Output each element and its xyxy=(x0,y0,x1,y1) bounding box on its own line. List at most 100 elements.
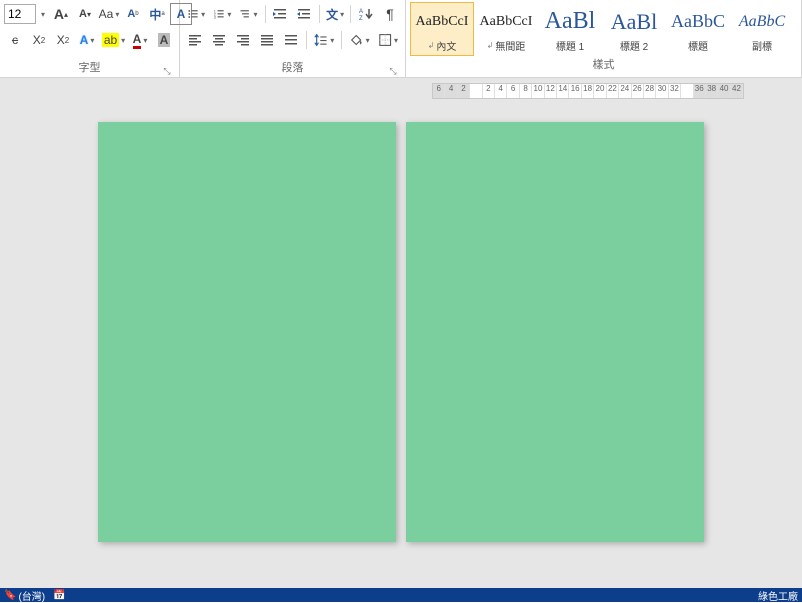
text-effects-button[interactable]: A xyxy=(76,29,98,51)
ruler-tick: 28 xyxy=(644,84,656,98)
numbering-icon: 123 xyxy=(213,6,225,22)
style-name-label: 標題 1 xyxy=(556,38,584,53)
separator xyxy=(341,31,342,49)
style-preview: AaBbC xyxy=(671,5,725,38)
paragraph-dialog-launcher-icon[interactable]: ⤡ xyxy=(387,64,399,76)
bullets-icon xyxy=(187,6,199,22)
calendar-icon[interactable]: 📅 xyxy=(53,590,65,601)
justify-button[interactable] xyxy=(256,29,278,51)
style-item-3[interactable]: AaBl標題 2 xyxy=(602,2,666,56)
change-case-button[interactable]: Aa xyxy=(98,3,120,25)
ruler-tick: 4 xyxy=(495,84,507,98)
shading-button[interactable] xyxy=(346,29,372,51)
separator xyxy=(319,5,320,23)
style-item-2[interactable]: AaBl標題 1 xyxy=(538,2,602,56)
multilevel-icon xyxy=(239,6,251,22)
asian-layout-button[interactable]: 中ᵃ xyxy=(146,3,168,25)
font-group-label: 字型 xyxy=(79,62,101,74)
distributed-button[interactable] xyxy=(280,29,302,51)
ruler-tick xyxy=(681,84,693,98)
ruler-tick: 22 xyxy=(607,84,619,98)
align-left-button[interactable] xyxy=(184,29,206,51)
status-bar: 🔖 (台灣) 📅 綠色工廠 xyxy=(0,588,802,602)
style-item-4[interactable]: AaBbC標題 xyxy=(666,2,730,56)
align-center-button[interactable] xyxy=(208,29,230,51)
ruler-tick: 12 xyxy=(545,84,557,98)
ruler-tick: 2 xyxy=(458,84,470,98)
ruler-tick: 14 xyxy=(557,84,569,98)
borders-button[interactable] xyxy=(375,29,401,51)
style-name-label: 標題 xyxy=(688,38,708,53)
status-language[interactable]: (台灣) xyxy=(18,588,45,603)
ruler-tick: 32 xyxy=(669,84,681,98)
ruler-tick: 4 xyxy=(445,84,457,98)
style-item-1[interactable]: AaBbCcI無間距 xyxy=(474,2,538,56)
spacing-icon xyxy=(314,32,328,48)
style-item-5[interactable]: AaBbC副標 xyxy=(730,2,794,56)
sort-button[interactable]: AZ xyxy=(355,3,377,25)
ruler-tick: 16 xyxy=(569,84,581,98)
ruler-tick: 24 xyxy=(619,84,631,98)
phonetic-guide-button[interactable]: Aᵇ xyxy=(122,3,144,25)
align-left-icon xyxy=(187,32,203,48)
asian-typography-button[interactable]: 文 xyxy=(324,3,346,25)
paragraph-group-label: 段落 xyxy=(282,62,304,74)
style-preview: AaBl xyxy=(611,5,657,38)
ruler-tick: 36 xyxy=(694,84,706,98)
style-preview: AaBbCcI xyxy=(416,5,469,38)
svg-text:Z: Z xyxy=(359,16,363,22)
ruler-tick: 6 xyxy=(433,84,445,98)
flag-icon: 🔖 xyxy=(4,590,16,601)
ruler-tick: 10 xyxy=(532,84,544,98)
decrease-indent-button[interactable] xyxy=(269,3,291,25)
shrink-font-button[interactable]: A▾ xyxy=(74,3,96,25)
align-center-icon xyxy=(211,32,227,48)
ruler-tick: 6 xyxy=(507,84,519,98)
svg-text:3: 3 xyxy=(214,16,216,20)
borders-icon xyxy=(378,32,392,48)
styles-gallery: AaBbCcI內文AaBbCcI無間距AaBl標題 1AaBl標題 2AaBbC… xyxy=(410,2,797,58)
numbering-button[interactable]: 123 xyxy=(210,3,234,25)
distributed-icon xyxy=(283,32,299,48)
style-item-0[interactable]: AaBbCcI內文 xyxy=(410,2,474,56)
ruler-tick: 26 xyxy=(632,84,644,98)
ruler-tick: 42 xyxy=(731,84,743,98)
svg-text:A: A xyxy=(359,9,363,15)
ruler-tick xyxy=(470,84,482,98)
increase-indent-button[interactable] xyxy=(293,3,315,25)
ribbon: ▾ A▴ A▾ Aa Aᵇ 中ᵃ A є X2 X2 A ab A A 字型 ⤡ xyxy=(0,0,802,78)
ruler-tick: 30 xyxy=(656,84,668,98)
page-2[interactable] xyxy=(406,122,704,542)
highlight-button[interactable]: ab xyxy=(100,29,127,51)
sort-icon: AZ xyxy=(358,6,374,22)
font-dialog-launcher-icon[interactable]: ⤡ xyxy=(161,64,173,76)
horizontal-ruler[interactable]: 642246810121416182022242628303236384042 xyxy=(432,83,744,99)
styles-group: AaBbCcI內文AaBbCcI無間距AaBl標題 1AaBl標題 2AaBbC… xyxy=(406,0,802,77)
ruler-tick: 2 xyxy=(483,84,495,98)
multilevel-list-button[interactable] xyxy=(236,3,260,25)
bullets-button[interactable] xyxy=(184,3,208,25)
page-1[interactable] xyxy=(98,122,396,542)
char-shading-button[interactable]: A xyxy=(153,29,175,51)
ruler-tick: 38 xyxy=(706,84,718,98)
font-group: ▾ A▴ A▾ Aa Aᵇ 中ᵃ A є X2 X2 A ab A A 字型 ⤡ xyxy=(0,0,180,77)
font-size-dropdown-icon[interactable]: ▾ xyxy=(38,3,48,25)
subscript-button[interactable]: X2 xyxy=(28,29,50,51)
superscript-button[interactable]: X2 xyxy=(52,29,74,51)
grow-font-button[interactable]: A▴ xyxy=(50,3,72,25)
ruler-tick: 40 xyxy=(718,84,730,98)
pages-container xyxy=(0,122,802,542)
style-name-label: 標題 2 xyxy=(620,38,648,53)
style-name-label: 副標 xyxy=(752,38,772,53)
show-marks-button[interactable]: ¶ xyxy=(379,3,401,25)
outdent-icon xyxy=(272,6,288,22)
line-spacing-button[interactable] xyxy=(311,29,337,51)
strikethrough-button[interactable]: є xyxy=(4,29,26,51)
separator xyxy=(306,31,307,49)
style-preview: AaBbC xyxy=(739,5,785,38)
style-name-label: 內文 xyxy=(428,38,457,53)
font-size-input[interactable] xyxy=(4,4,36,24)
style-name-label: 無間距 xyxy=(487,38,526,53)
font-color-button[interactable]: A xyxy=(129,29,151,51)
align-right-button[interactable] xyxy=(232,29,254,51)
